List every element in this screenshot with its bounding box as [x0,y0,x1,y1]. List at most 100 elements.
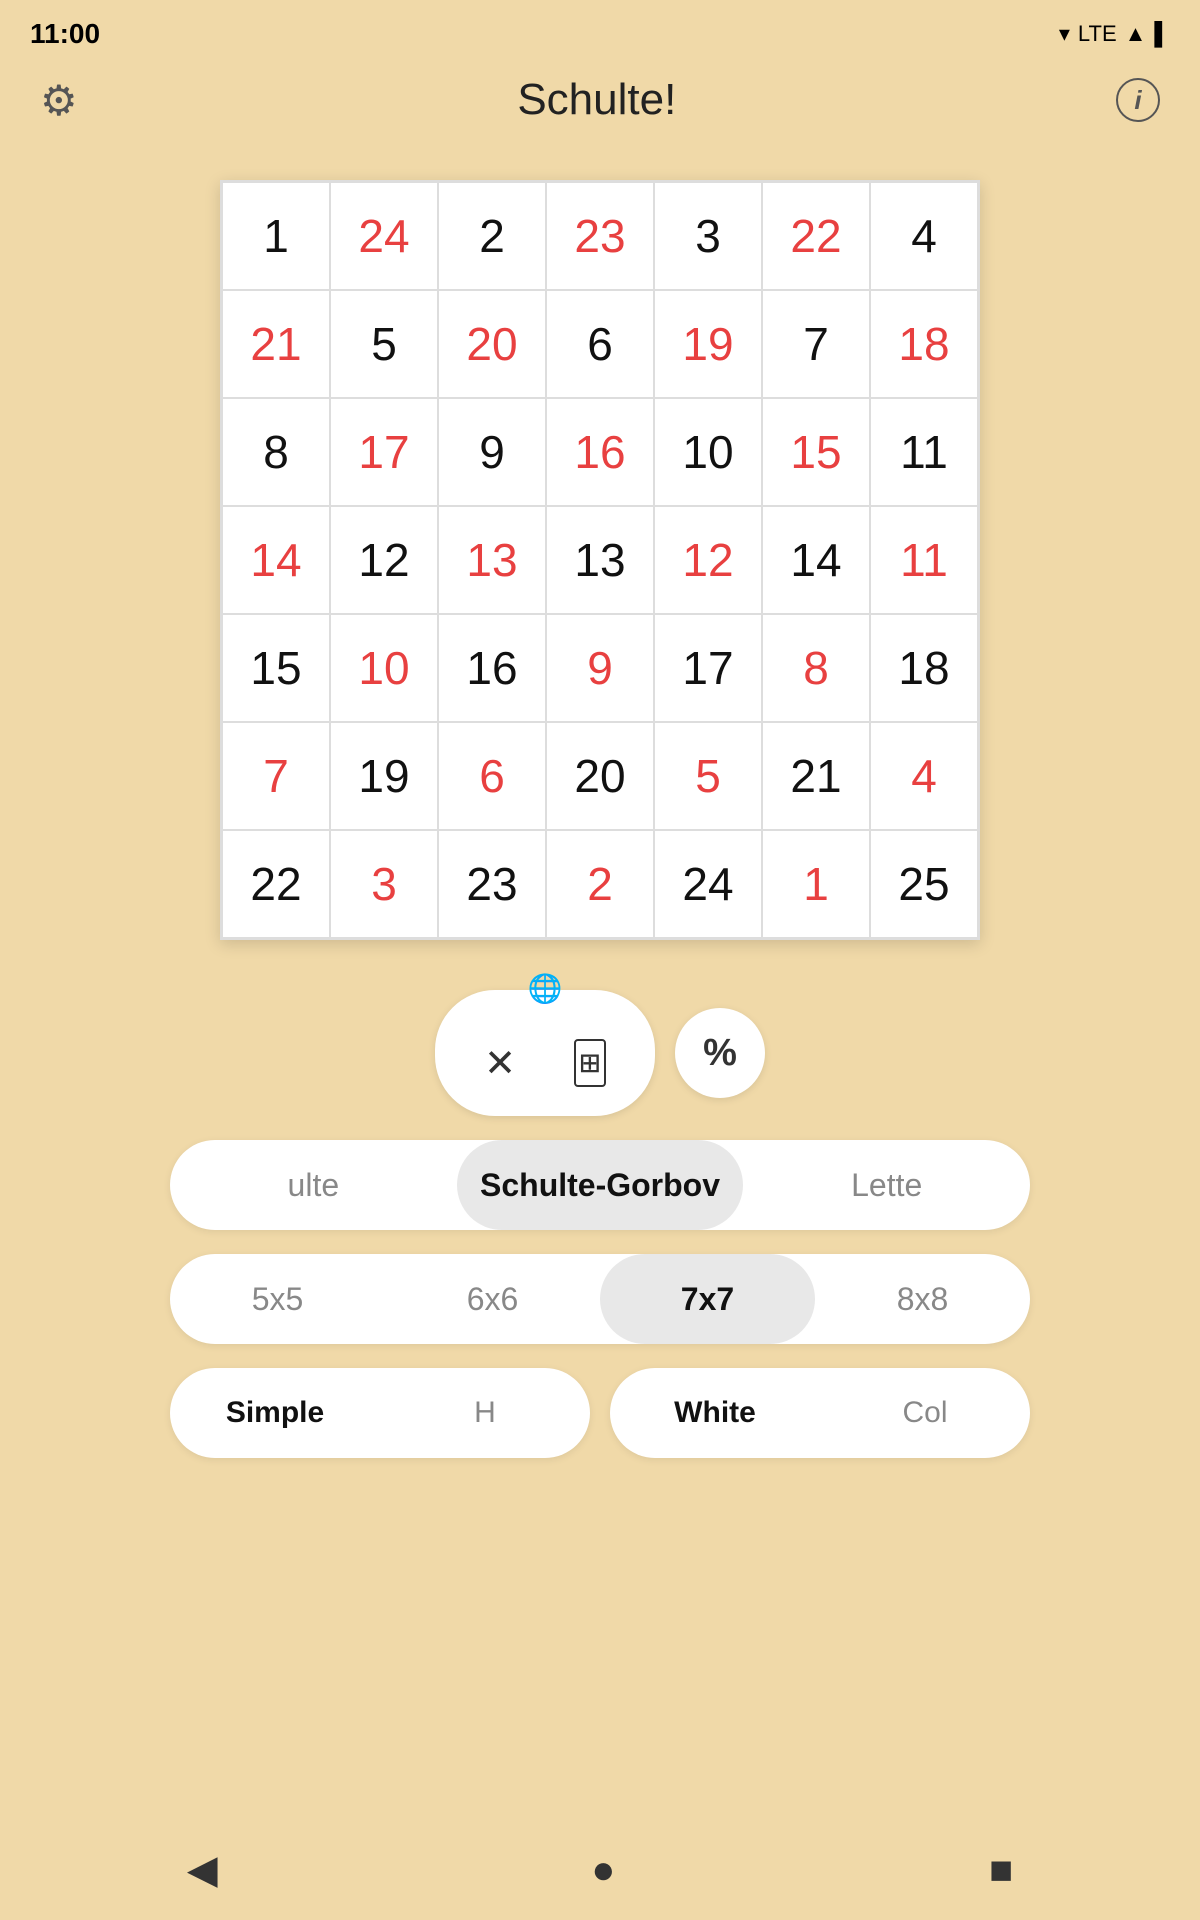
style-selector[interactable]: Simple H [170,1368,590,1458]
grid-cell-36[interactable]: 19 [330,722,438,830]
grid-cell-24[interactable]: 13 [546,506,654,614]
grid-cell-40[interactable]: 21 [762,722,870,830]
status-time: 11:00 [30,18,100,50]
back-button[interactable]: ◀ [187,1847,218,1893]
grid-cell-16[interactable]: 9 [438,398,546,506]
mode-item-schulte[interactable]: ulte [170,1140,457,1230]
grid-cell-0[interactable]: 1 [222,182,330,290]
recent-button[interactable]: ■ [989,1848,1013,1893]
grid-cell-37[interactable]: 6 [438,722,546,830]
grid-cell-38[interactable]: 20 [546,722,654,830]
grid-cell-17[interactable]: 16 [546,398,654,506]
cross-icon: ✕ [484,1041,516,1086]
grid-cell-26[interactable]: 14 [762,506,870,614]
mode-pill[interactable]: 🌐 ✕ ⊞ [435,990,655,1116]
grid-cell-23[interactable]: 13 [438,506,546,614]
grid-cell-32[interactable]: 17 [654,614,762,722]
signal-icon: ▲ [1125,21,1147,47]
grid-cell-30[interactable]: 16 [438,614,546,722]
mode-item-letters[interactable]: Lette [743,1140,1030,1230]
cross-button[interactable]: ✕ [465,1028,535,1098]
grid-cell-29[interactable]: 10 [330,614,438,722]
grid-cell-10[interactable]: 6 [546,290,654,398]
gear-icon[interactable]: ⚙ [40,76,78,125]
grid-cell-20[interactable]: 11 [870,398,978,506]
mode-selector[interactable]: ulte Schulte-Gorbov Lette [170,1140,1030,1230]
qr-button[interactable]: ⊞ [555,1028,625,1098]
grid-cell-4[interactable]: 3 [654,182,762,290]
color-col[interactable]: Col [820,1368,1030,1458]
grid-cell-39[interactable]: 5 [654,722,762,830]
size-label-0: 5x5 [252,1281,304,1318]
size-selector[interactable]: 5x5 6x6 7x7 8x8 [170,1254,1030,1344]
mode-item-gorbov[interactable]: Schulte-Gorbov [457,1140,744,1230]
grid-cell-5[interactable]: 22 [762,182,870,290]
style-h[interactable]: H [380,1368,590,1458]
mode-label-0: ulte [288,1167,340,1204]
grid-cell-34[interactable]: 18 [870,614,978,722]
info-icon[interactable]: i [1116,78,1160,122]
size-8x8[interactable]: 8x8 [815,1254,1030,1344]
grid-cell-25[interactable]: 12 [654,506,762,614]
wifi-icon: ▾ [1059,21,1070,47]
style-label-simple: Simple [226,1396,324,1430]
grid-cell-28[interactable]: 15 [222,614,330,722]
grid-cell-11[interactable]: 19 [654,290,762,398]
grid-wrapper: 1242233224215206197188179161015111412131… [0,140,1200,960]
grid-cell-33[interactable]: 8 [762,614,870,722]
grid-cell-19[interactable]: 15 [762,398,870,506]
size-7x7[interactable]: 7x7 [600,1254,815,1344]
grid-cell-1[interactable]: 24 [330,182,438,290]
home-button[interactable]: ● [591,1848,615,1893]
grid-cell-13[interactable]: 18 [870,290,978,398]
grid-cell-15[interactable]: 17 [330,398,438,506]
grid-cell-48[interactable]: 25 [870,830,978,938]
grid-cell-9[interactable]: 20 [438,290,546,398]
grid-cell-12[interactable]: 7 [762,290,870,398]
grid-cell-27[interactable]: 11 [870,506,978,614]
app-title: Schulte! [517,75,676,125]
grid-cell-22[interactable]: 12 [330,506,438,614]
grid-cell-44[interactable]: 23 [438,830,546,938]
schulte-grid[interactable]: 1242233224215206197188179161015111412131… [220,180,980,940]
grid-cell-41[interactable]: 4 [870,722,978,830]
grid-cell-42[interactable]: 22 [222,830,330,938]
status-icons: ▾ LTE ▲ ▌ [1059,21,1170,47]
grid-cell-18[interactable]: 10 [654,398,762,506]
size-label-1: 6x6 [467,1281,519,1318]
color-selector[interactable]: White Col [610,1368,1030,1458]
grid-cell-45[interactable]: 2 [546,830,654,938]
grid-cell-21[interactable]: 14 [222,506,330,614]
nav-bar: ◀ ● ■ [0,1820,1200,1920]
percent-button[interactable]: % [675,1008,765,1098]
grid-cell-8[interactable]: 5 [330,290,438,398]
grid-cell-3[interactable]: 23 [546,182,654,290]
mode-buttons-row: 🌐 ✕ ⊞ % [40,990,1160,1116]
percent-label: % [703,1032,737,1075]
size-6x6[interactable]: 6x6 [385,1254,600,1344]
qr-icon: ⊞ [574,1039,606,1087]
grid-cell-6[interactable]: 4 [870,182,978,290]
size-label-3: 8x8 [897,1281,949,1318]
size-5x5[interactable]: 5x5 [170,1254,385,1344]
grid-cell-14[interactable]: 8 [222,398,330,506]
grid-cell-47[interactable]: 1 [762,830,870,938]
grid-cell-7[interactable]: 21 [222,290,330,398]
globe-icon: 🌐 [528,972,563,1005]
grid-cell-43[interactable]: 3 [330,830,438,938]
mode-label-1: Schulte-Gorbov [480,1167,720,1204]
info-label: i [1134,85,1141,116]
grid-cell-2[interactable]: 2 [438,182,546,290]
mode-label-2: Lette [851,1167,922,1204]
color-label-white: White [674,1396,756,1430]
color-white[interactable]: White [610,1368,820,1458]
lte-label: LTE [1078,21,1117,47]
style-simple[interactable]: Simple [170,1368,380,1458]
grid-cell-35[interactable]: 7 [222,722,330,830]
option-rows: Simple H White Col [170,1368,1030,1458]
controls-area: 🌐 ✕ ⊞ % ulte Schulte-Gorbov Lette 5x5 6 [0,960,1200,1488]
grid-cell-31[interactable]: 9 [546,614,654,722]
top-bar: ⚙ Schulte! i [0,60,1200,140]
battery-icon: ▌ [1154,21,1170,47]
grid-cell-46[interactable]: 24 [654,830,762,938]
